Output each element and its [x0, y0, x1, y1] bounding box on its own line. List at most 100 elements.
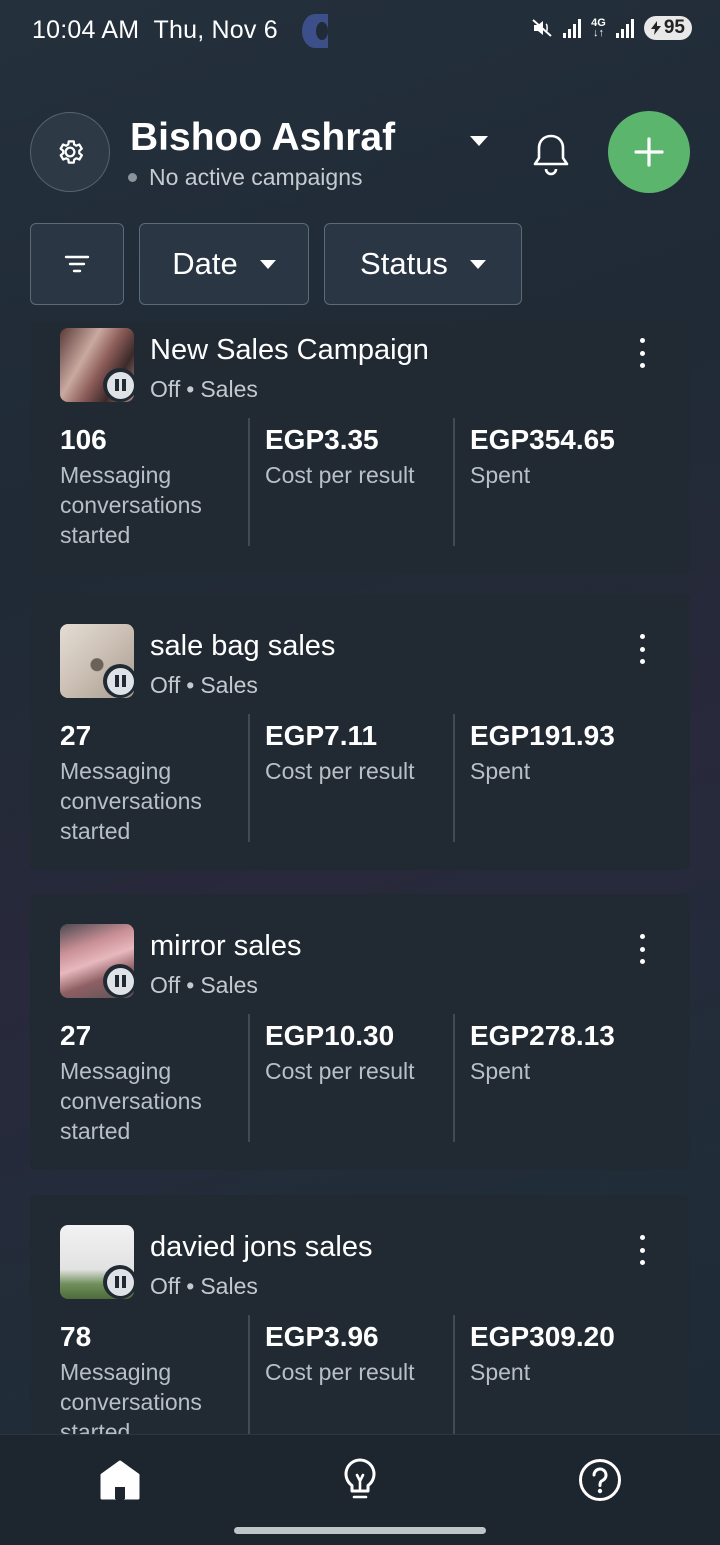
cost-metric: EGP3.96 Cost per result: [265, 1321, 455, 1387]
results-metric: 78 Messaging conversations started: [60, 1321, 250, 1434]
more-options-icon[interactable]: [638, 934, 646, 964]
divider: [248, 1014, 250, 1142]
more-options-icon[interactable]: [638, 338, 646, 368]
lightbulb-icon: [344, 1458, 376, 1499]
results-value: 27: [60, 1020, 92, 1051]
campaign-state: Off: [150, 672, 181, 698]
chevron-down-icon: [469, 259, 486, 269]
results-value: 106: [60, 424, 107, 455]
results-metric: 27 Messaging conversations started: [60, 1020, 250, 1146]
campaign-state: Off: [150, 1273, 181, 1299]
home-indicator[interactable]: [234, 1527, 486, 1534]
spent-value: EGP354.65: [470, 424, 615, 455]
pause-icon: [103, 664, 137, 698]
moon-icon: [302, 14, 328, 48]
chevron-down-icon: [259, 259, 276, 269]
campaign-name: sale bag sales: [150, 630, 336, 662]
cost-metric: EGP10.30 Cost per result: [265, 1020, 455, 1086]
divider: [248, 714, 250, 842]
bottom-navigation: [0, 1434, 720, 1545]
campaign-card[interactable]: mirror sales Off • Sales 27 Messaging conve…: [30, 894, 690, 1170]
bell-icon[interactable]: [530, 132, 572, 178]
results-label: Messaging conversations started: [60, 462, 202, 548]
results-value: 78: [60, 1321, 92, 1352]
results-metric: 106 Messaging conversations started: [60, 424, 250, 550]
campaign-name: mirror sales: [150, 930, 302, 962]
nav-insights[interactable]: [337, 1457, 383, 1503]
cost-value: EGP10.30: [265, 1020, 395, 1051]
more-options-icon[interactable]: [638, 634, 646, 664]
home-icon: [100, 1460, 140, 1500]
spent-metric: EGP354.65 Spent: [470, 424, 660, 490]
filter-button[interactable]: [30, 223, 124, 305]
chevron-down-icon[interactable]: [470, 136, 488, 146]
results-label: Messaging conversations started: [60, 1058, 202, 1144]
campaign-card[interactable]: New Sales Campaign Off • Sales 106 Messagin…: [30, 322, 690, 574]
campaign-objective: Sales: [200, 972, 258, 998]
cost-metric: EGP3.35 Cost per result: [265, 424, 455, 490]
cost-value: EGP3.35: [265, 424, 379, 455]
campaign-state: Off: [150, 376, 181, 402]
spent-metric: EGP309.20 Spent: [470, 1321, 660, 1387]
pause-icon: [103, 964, 137, 998]
status-filter-dropdown[interactable]: Status: [324, 223, 522, 305]
spent-metric: EGP278.13 Spent: [470, 1020, 660, 1086]
status-time: 10:04 AM Thu, Nov 6: [32, 16, 278, 45]
results-label: Messaging conversations started: [60, 1359, 202, 1434]
more-options-icon[interactable]: [638, 1235, 646, 1265]
divider: [453, 1315, 455, 1434]
spent-label: Spent: [470, 1058, 531, 1084]
results-value: 27: [60, 720, 92, 751]
campaign-objective: Sales: [200, 672, 258, 698]
campaign-card[interactable]: sale bag sales Off • Sales 27 Messaging con…: [30, 594, 690, 870]
status-dot: [128, 173, 137, 182]
status-bar: 10:04 AM Thu, Nov 6 4G ↓↑ 95: [0, 0, 720, 62]
campaign-meta: Off • Sales: [150, 1273, 258, 1299]
spent-value: EGP191.93: [470, 720, 615, 751]
divider: [248, 1315, 250, 1434]
cost-metric: EGP7.11 Cost per result: [265, 720, 455, 786]
pause-icon: [103, 368, 137, 402]
account-header: Bishoo Ashraf No active campaigns: [0, 110, 720, 194]
filter-icon: [64, 255, 90, 273]
signal-icon: [563, 18, 582, 38]
spent-value: EGP309.20: [470, 1321, 615, 1352]
help-icon: [579, 1459, 621, 1501]
campaign-meta: Off • Sales: [150, 672, 258, 698]
cost-value: EGP3.96: [265, 1321, 379, 1352]
spent-metric: EGP191.93 Spent: [470, 720, 660, 786]
campaign-state: Off: [150, 972, 181, 998]
divider: [453, 1014, 455, 1142]
status-icons: 4G ↓↑ 95: [531, 16, 692, 40]
divider: [453, 714, 455, 842]
results-label: Messaging conversations started: [60, 758, 202, 844]
network-type: 4G ↓↑: [591, 17, 606, 39]
account-name[interactable]: Bishoo Ashraf: [130, 116, 395, 160]
results-metric: 27 Messaging conversations started: [60, 720, 250, 846]
battery-level: 95: [663, 17, 685, 38]
battery-icon: 95: [643, 16, 692, 40]
nav-help[interactable]: [577, 1457, 623, 1503]
campaign-list[interactable]: New Sales Campaign Off • Sales 106 Messagin…: [0, 322, 720, 1434]
date-filter-label: Date: [172, 246, 238, 281]
cost-label: Cost per result: [265, 1058, 415, 1084]
status-date: Thu, Nov 6: [153, 16, 278, 44]
campaign-objective: Sales: [200, 1273, 258, 1299]
campaign-card[interactable]: davied jons sales Off • Sales 78 Messaging …: [30, 1195, 690, 1434]
date-filter-dropdown[interactable]: Date: [139, 223, 309, 305]
plus-icon: [634, 137, 664, 167]
account-status-text: No active campaigns: [149, 164, 363, 190]
clock: 10:04 AM: [32, 16, 140, 44]
settings-button[interactable]: [30, 112, 110, 192]
spent-label: Spent: [470, 758, 531, 784]
campaign-meta: Off • Sales: [150, 972, 258, 998]
spent-value: EGP278.13: [470, 1020, 615, 1051]
campaign-meta: Off • Sales: [150, 376, 258, 402]
divider: [453, 418, 455, 546]
mute-icon: [532, 19, 552, 37]
nav-home[interactable]: [97, 1457, 143, 1503]
campaign-name: New Sales Campaign: [150, 334, 429, 366]
spent-label: Spent: [470, 1359, 531, 1385]
divider: [248, 418, 250, 546]
create-button[interactable]: [608, 111, 690, 193]
